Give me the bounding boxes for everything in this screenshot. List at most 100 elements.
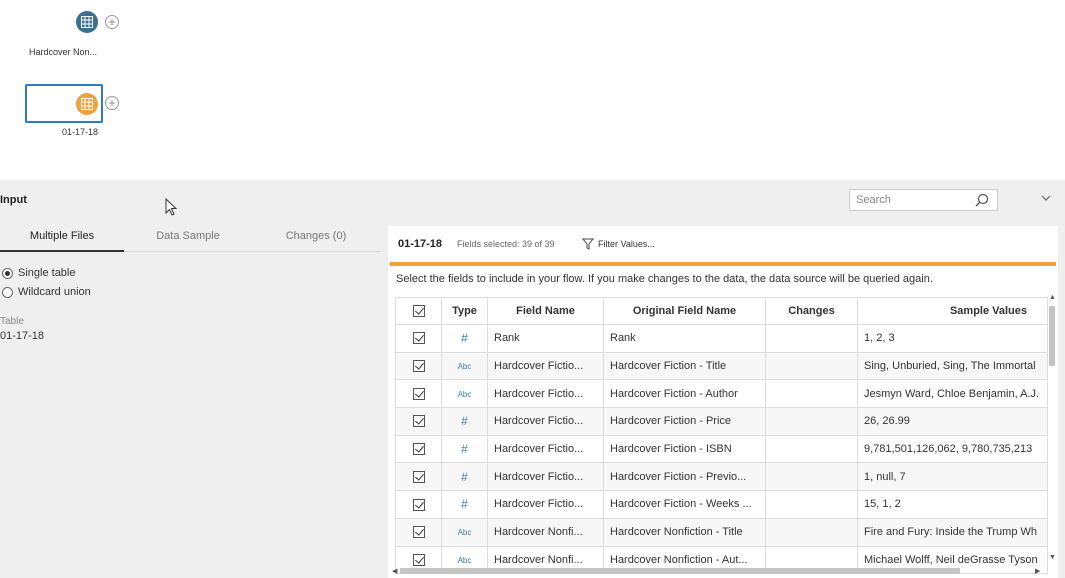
table-row[interactable]: # Rank Rank 1, 2, 3 [395, 324, 1048, 353]
filter-values-button[interactable]: Filter Values... [582, 238, 655, 250]
number-type-icon[interactable]: # [461, 414, 468, 428]
add-step-icon[interactable]: + [105, 96, 119, 110]
tab-multiple-files[interactable]: Multiple Files [0, 230, 124, 252]
table-row[interactable]: # Hardcover Fictio... Hardcover Fiction - … [395, 462, 1048, 492]
original-field-name-cell: Hardcover Fiction - ISBN [603, 434, 766, 464]
number-type-icon[interactable]: # [461, 470, 468, 484]
vertical-scrollbar[interactable]: ▲ ▼ [1047, 294, 1057, 564]
type-cell[interactable]: # [441, 407, 488, 436]
changes-cell [765, 407, 858, 436]
scroll-up-icon[interactable]: ▲ [1049, 294, 1056, 301]
string-type-icon[interactable]: Abc [458, 362, 472, 371]
fields-selected-count: Fields selected: 39 of 39 [457, 239, 555, 249]
column-header-sample-values[interactable]: Sample Values [857, 297, 1048, 325]
search-input[interactable]: Search [849, 189, 998, 211]
row-checkbox[interactable] [395, 434, 442, 464]
table-node-icon[interactable] [76, 93, 98, 115]
type-cell[interactable]: Abc [441, 379, 488, 409]
tab-changes[interactable]: Changes (0) [252, 230, 380, 252]
changes-cell [765, 462, 858, 492]
checkbox[interactable] [412, 526, 425, 539]
select-all-checkbox[interactable] [395, 297, 442, 325]
row-checkbox[interactable] [395, 379, 442, 409]
checkbox[interactable] [412, 553, 425, 566]
field-name-cell[interactable]: Hardcover Fictio... [487, 462, 604, 492]
field-name-cell[interactable]: Hardcover Fictio... [487, 490, 604, 519]
scroll-left-icon[interactable]: ◀ [392, 567, 397, 575]
search-placeholder: Search [856, 194, 891, 206]
field-name-cell[interactable]: Hardcover Nonfi... [487, 517, 604, 547]
table-value: 01-17-18 [0, 330, 45, 342]
table-row[interactable]: Abc Hardcover Fictio... Hardcover Fiction … [395, 379, 1048, 409]
option-label: Wildcard union [18, 286, 91, 298]
string-type-icon[interactable]: Abc [458, 528, 472, 537]
scroll-right-icon[interactable]: ▶ [1035, 567, 1040, 575]
field-name-cell[interactable]: Rank [487, 324, 604, 353]
table-header-row: Type Field Name Original Field Name Chan… [395, 297, 1048, 325]
option-wildcard-union[interactable]: Wildcard union [2, 286, 91, 298]
flow-canvas[interactable]: + Hardcover Non... + 01-17-18 [0, 0, 1065, 180]
table-row[interactable]: # Hardcover Fictio... Hardcover Fiction - … [395, 407, 1048, 436]
input-name: 01-17-18 [398, 238, 443, 250]
field-name-cell[interactable]: Hardcover Fictio... [487, 407, 604, 436]
column-header-field-name[interactable]: Field Name [487, 297, 604, 325]
table-row[interactable]: Abc Hardcover Fictio... Hardcover Fiction … [395, 351, 1048, 381]
tab-data-sample[interactable]: Data Sample [124, 230, 252, 252]
string-type-icon[interactable]: Abc [458, 556, 472, 565]
column-header-changes[interactable]: Changes [765, 297, 858, 325]
type-cell[interactable]: Abc [441, 517, 488, 547]
number-type-icon[interactable]: # [461, 497, 468, 511]
table-row[interactable]: # Hardcover Fictio... Hardcover Fiction - … [395, 490, 1048, 519]
table-row[interactable]: # Hardcover Fictio... Hardcover Fiction - … [395, 434, 1048, 464]
checkbox[interactable] [412, 470, 425, 483]
checkbox[interactable] [412, 387, 425, 400]
checkbox[interactable] [412, 498, 425, 511]
type-cell[interactable]: # [441, 434, 488, 464]
string-type-icon[interactable]: Abc [458, 390, 472, 399]
row-checkbox[interactable] [395, 324, 442, 353]
type-cell[interactable]: # [441, 490, 488, 519]
radio-button[interactable] [2, 286, 13, 298]
option-label: Single table [18, 267, 76, 279]
original-field-name-cell: Hardcover Nonfiction - Title [603, 517, 766, 547]
row-checkbox[interactable] [395, 462, 442, 492]
vertical-scroll-thumb[interactable] [1049, 306, 1055, 366]
checkbox[interactable] [412, 443, 425, 456]
chevron-down-icon[interactable] [1040, 192, 1052, 204]
type-cell[interactable]: Abc [441, 351, 488, 381]
column-header-original-field-name[interactable]: Original Field Name [603, 297, 766, 325]
accent-bar [390, 262, 1056, 266]
table-node-icon[interactable] [76, 11, 98, 33]
field-name-cell[interactable]: Hardcover Fictio... [487, 351, 604, 381]
checkbox[interactable] [412, 360, 425, 373]
row-checkbox[interactable] [395, 490, 442, 519]
changes-cell [765, 434, 858, 464]
input-panel: Input Search Multiple Files Data Sample … [0, 180, 1065, 578]
checkbox[interactable] [412, 415, 425, 428]
column-header-type[interactable]: Type [441, 297, 488, 325]
add-step-icon[interactable]: + [105, 15, 119, 29]
horizontal-scroll-thumb[interactable] [400, 568, 960, 574]
row-checkbox[interactable] [395, 517, 442, 547]
table-label: Table [0, 316, 24, 327]
original-field-name-cell: Hardcover Fiction - Title [603, 351, 766, 381]
sample-values-cell: 9,781,501,126,062, 9,780,735,213 [857, 434, 1048, 464]
type-cell[interactable]: # [441, 462, 488, 492]
field-name-cell[interactable]: Hardcover Fictio... [487, 434, 604, 464]
checkbox[interactable] [412, 305, 425, 318]
number-type-icon[interactable]: # [461, 442, 468, 456]
option-single-table[interactable]: Single table [2, 267, 76, 279]
row-checkbox[interactable] [395, 407, 442, 436]
number-type-icon[interactable]: # [461, 331, 468, 345]
checkbox[interactable] [412, 332, 425, 345]
fields-pane: 01-17-18 Fields selected: 39 of 39 Filte… [388, 226, 1058, 578]
radio-button[interactable] [2, 267, 13, 279]
field-name-cell[interactable]: Hardcover Fictio... [487, 379, 604, 409]
search-icon [975, 193, 989, 207]
type-cell[interactable]: # [441, 324, 488, 353]
horizontal-scrollbar[interactable]: ◀ ▶ [392, 566, 1044, 576]
row-checkbox[interactable] [395, 351, 442, 381]
table-row[interactable]: Abc Hardcover Nonfi... Hardcover Nonfictio… [395, 517, 1048, 547]
scroll-down-icon[interactable]: ▼ [1049, 554, 1056, 561]
sample-values-cell: 15, 1, 2 [857, 490, 1048, 519]
